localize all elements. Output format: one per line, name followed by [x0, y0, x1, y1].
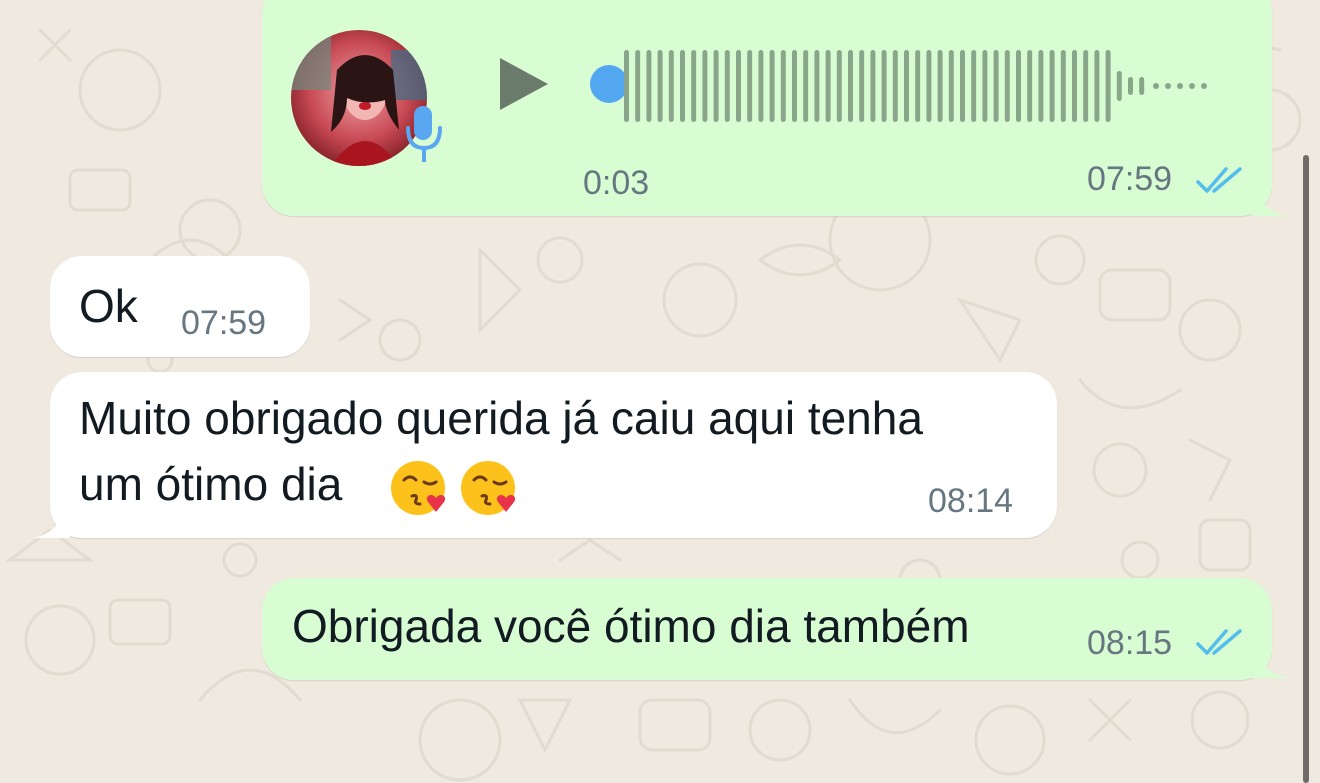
waveform-bar [1027, 50, 1033, 122]
waveform[interactable] [618, 44, 1228, 128]
message-text-line-2: um ótimo dia [79, 458, 343, 510]
message-time: 07:59 [181, 304, 267, 342]
bubble-tail [1252, 644, 1290, 678]
waveform-bar [635, 50, 641, 122]
waveform-bar [780, 50, 786, 122]
waveform-dot [1153, 83, 1159, 89]
waveform-bar [960, 50, 965, 122]
waveform-bar [1038, 50, 1044, 122]
waveform-bar [926, 50, 932, 122]
waveform-bar [792, 50, 797, 122]
waveform-bar [1094, 50, 1100, 122]
waveform-bar [1105, 50, 1111, 122]
waveform-bar [825, 50, 831, 122]
outgoing-message-bubble[interactable]: Obrigada você ótimo dia também 08:15 [262, 578, 1272, 680]
message-text: Obrigada você ótimo dia também [292, 600, 970, 652]
kissing-face-with-heart-emoji [461, 461, 516, 515]
waveform-bar [971, 50, 977, 122]
waveform-bar [657, 50, 663, 122]
waveform-bar [848, 50, 853, 122]
message-text-line-1: Muito obrigado querida já caiu aqui tenh… [79, 392, 923, 444]
waveform-bar [680, 50, 685, 122]
waveform-bar [892, 50, 898, 122]
waveform-bar [870, 50, 876, 122]
double-check-icon [1196, 629, 1242, 655]
waveform-bar [982, 50, 988, 122]
incoming-message-bubble[interactable]: Muito obrigado querida já caiu aqui tenh… [50, 372, 1057, 538]
waveform-bar [993, 50, 999, 122]
waveform-bar [1049, 50, 1055, 122]
waveform-bar [1016, 50, 1021, 122]
waveform-bar [747, 50, 753, 122]
bubble-tail [32, 500, 70, 538]
waveform-bar [691, 50, 697, 122]
waveform-bar [668, 50, 674, 122]
waveform-bar [1072, 50, 1077, 122]
waveform-bar [1083, 50, 1089, 122]
waveform-bar [724, 50, 730, 122]
waveform-bar [881, 50, 887, 122]
incoming-message-bubble[interactable]: Ok 07:59 [50, 256, 310, 357]
waveform-bar [937, 50, 943, 122]
voice-duration: 0:03 [583, 164, 650, 202]
message-time: 08:14 [928, 482, 1014, 520]
waveform-bar [915, 50, 921, 122]
waveform-bar [803, 50, 809, 122]
voice-message-bubble[interactable]: 0:03 07:59 [262, 0, 1272, 216]
waveform-dot [1201, 83, 1207, 89]
waveform-dot [1177, 83, 1183, 89]
waveform-bar [713, 50, 719, 122]
microphone-icon [406, 106, 442, 162]
waveform-dot [1165, 83, 1171, 89]
waveform-bar [769, 50, 775, 122]
waveform-bar [859, 50, 865, 122]
waveform-dot [1189, 83, 1195, 89]
waveform-bar [702, 50, 708, 122]
play-icon[interactable] [498, 56, 550, 112]
waveform-bar [1060, 50, 1066, 122]
waveform-bar [1004, 50, 1010, 122]
message-time: 08:15 [1087, 624, 1173, 662]
waveform-bar [1116, 71, 1122, 101]
waveform-bar [624, 50, 629, 122]
kissing-face-with-heart-emoji [391, 461, 446, 515]
waveform-bar [836, 50, 842, 122]
scrollbar[interactable] [1303, 155, 1309, 783]
waveform-bar [904, 50, 909, 122]
waveform-bar [814, 50, 820, 122]
waveform-bar [948, 50, 954, 122]
waveform-bar [1128, 77, 1133, 95]
waveform-bar [736, 50, 741, 122]
message-text: Ok [79, 280, 138, 332]
waveform-bar [646, 50, 652, 122]
waveform-bar [1139, 77, 1145, 95]
waveform-bar [758, 50, 764, 122]
message-time: 07:59 [1087, 160, 1173, 198]
double-check-icon [1196, 167, 1242, 193]
bubble-tail [1252, 180, 1290, 216]
